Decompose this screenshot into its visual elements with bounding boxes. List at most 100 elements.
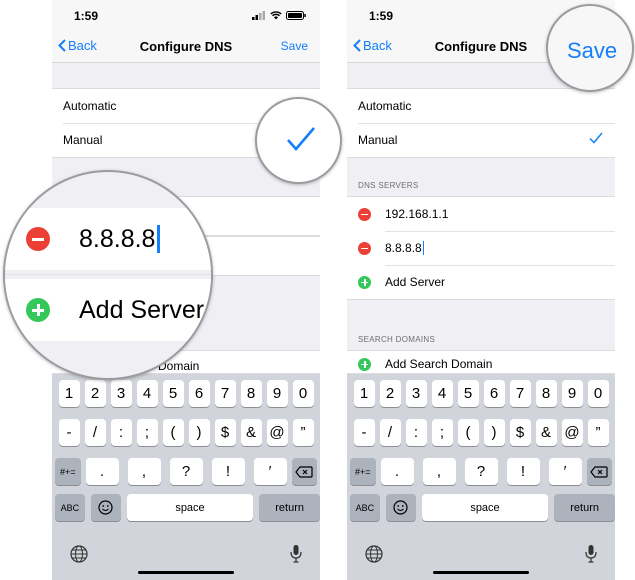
key-comma[interactable]: , [127, 458, 161, 485]
emoji-icon [98, 500, 113, 515]
key-exclamation[interactable]: ! [506, 458, 540, 485]
microphone-icon[interactable] [585, 544, 597, 563]
key-1[interactable]: 1 [353, 380, 375, 407]
automatic-label: Automatic [358, 99, 412, 113]
key-8[interactable]: 8 [240, 380, 262, 407]
key-more-symbols[interactable]: #+= [350, 458, 376, 485]
text-cursor [422, 241, 425, 255]
key-hyphen[interactable]: - [353, 419, 375, 446]
key-2[interactable]: 2 [84, 380, 106, 407]
key-dollar[interactable]: $ [509, 419, 531, 446]
key-comma[interactable]: , [422, 458, 456, 485]
microphone-icon[interactable] [290, 544, 302, 563]
add-server-row[interactable]: Add Server [5, 279, 211, 341]
key-6[interactable]: 6 [483, 380, 505, 407]
key-semicolon[interactable]: ; [136, 419, 158, 446]
checkmark-icon [589, 132, 603, 144]
key-3[interactable]: 3 [110, 380, 132, 407]
numeric-keyboard: 1 2 3 4 5 6 7 8 9 0 - / : ; ( ) $ & @ ” … [347, 374, 615, 580]
key-4[interactable]: 4 [136, 380, 158, 407]
key-hyphen[interactable]: - [58, 419, 80, 446]
add-server-icon[interactable] [26, 298, 50, 322]
key-open-paren[interactable]: ( [162, 419, 184, 446]
key-ampersand[interactable]: & [240, 419, 262, 446]
globe-icon[interactable] [365, 545, 383, 563]
checkmark-icon [287, 127, 315, 151]
key-7[interactable]: 7 [214, 380, 236, 407]
delete-server-icon[interactable] [26, 227, 50, 251]
key-0[interactable]: 0 [587, 380, 609, 407]
key-8[interactable]: 8 [535, 380, 557, 407]
key-at[interactable]: @ [561, 419, 583, 446]
key-semicolon[interactable]: ; [431, 419, 453, 446]
server-value[interactable]: 192.168.1.1 [385, 207, 448, 221]
signal-icon [252, 11, 265, 20]
key-close-paren[interactable]: ) [483, 419, 505, 446]
key-colon[interactable]: : [110, 419, 132, 446]
add-search-domain-row[interactable]: Add Search Domain [347, 351, 615, 373]
key-quote[interactable]: ” [292, 419, 314, 446]
add-server-row[interactable]: Add Server [347, 265, 615, 299]
key-more-symbols[interactable]: #+= [55, 458, 81, 485]
server-value[interactable]: 8.8.8.8 [79, 225, 155, 254]
key-abc[interactable]: ABC [350, 494, 380, 521]
key-prime[interactable]: ′ [548, 458, 582, 485]
wifi-icon [270, 11, 282, 20]
key-question[interactable]: ? [464, 458, 498, 485]
automatic-option[interactable]: Automatic [347, 89, 615, 123]
add-search-domain-icon[interactable] [358, 357, 371, 371]
key-3[interactable]: 3 [405, 380, 427, 407]
delete-server-icon[interactable] [358, 207, 371, 221]
key-question[interactable]: ? [169, 458, 203, 485]
key-exclamation[interactable]: ! [211, 458, 245, 485]
key-space[interactable]: space [126, 494, 254, 521]
server-row[interactable]: 8.8.8.8 [5, 208, 211, 270]
key-emoji[interactable] [90, 494, 121, 521]
key-0[interactable]: 0 [292, 380, 314, 407]
save-button[interactable]: Save [281, 39, 308, 53]
save-button[interactable]: Save [567, 38, 617, 64]
key-5[interactable]: 5 [457, 380, 479, 407]
key-at[interactable]: @ [266, 419, 288, 446]
key-4[interactable]: 4 [431, 380, 453, 407]
key-quote[interactable]: ” [587, 419, 609, 446]
key-colon[interactable]: : [405, 419, 427, 446]
key-7[interactable]: 7 [509, 380, 531, 407]
key-emoji[interactable] [385, 494, 416, 521]
key-prime[interactable]: ′ [253, 458, 287, 485]
key-slash[interactable]: / [84, 419, 106, 446]
key-9[interactable]: 9 [266, 380, 288, 407]
key-return[interactable]: return [554, 494, 615, 521]
keyboard-row-digits: 1 2 3 4 5 6 7 8 9 0 [347, 380, 615, 407]
key-slash[interactable]: / [379, 419, 401, 446]
key-5[interactable]: 5 [162, 380, 184, 407]
add-server-label: Add Server [79, 295, 205, 324]
key-6[interactable]: 6 [188, 380, 210, 407]
server-value[interactable]: 8.8.8.8 [385, 241, 422, 255]
key-backspace[interactable] [291, 458, 317, 485]
key-period[interactable]: . [85, 458, 119, 485]
keyboard-row-punct: #+= . , ? ! ′ [52, 458, 320, 485]
server-row[interactable]: 192.168.1.1 [347, 197, 615, 231]
globe-icon[interactable] [70, 545, 88, 563]
key-backspace[interactable] [586, 458, 612, 485]
key-open-paren[interactable]: ( [457, 419, 479, 446]
delete-server-icon[interactable] [358, 241, 371, 255]
add-search-domain-label: Add Search Domain [385, 357, 493, 371]
key-space[interactable]: space [421, 494, 549, 521]
key-period[interactable]: . [380, 458, 414, 485]
key-close-paren[interactable]: ) [188, 419, 210, 446]
manual-option[interactable]: Manual [347, 123, 615, 157]
key-9[interactable]: 9 [561, 380, 583, 407]
manual-label: Manual [358, 133, 398, 147]
key-abc[interactable]: ABC [55, 494, 85, 521]
key-1[interactable]: 1 [58, 380, 80, 407]
key-return[interactable]: return [259, 494, 320, 521]
key-ampersand[interactable]: & [535, 419, 557, 446]
backspace-icon [295, 465, 313, 478]
key-dollar[interactable]: $ [214, 419, 236, 446]
dns-servers-group: 192.168.1.1 8.8.8.8 Add Server [347, 196, 615, 300]
key-2[interactable]: 2 [379, 380, 401, 407]
add-server-icon[interactable] [358, 275, 371, 289]
server-row[interactable]: 8.8.8.8 [347, 231, 615, 265]
